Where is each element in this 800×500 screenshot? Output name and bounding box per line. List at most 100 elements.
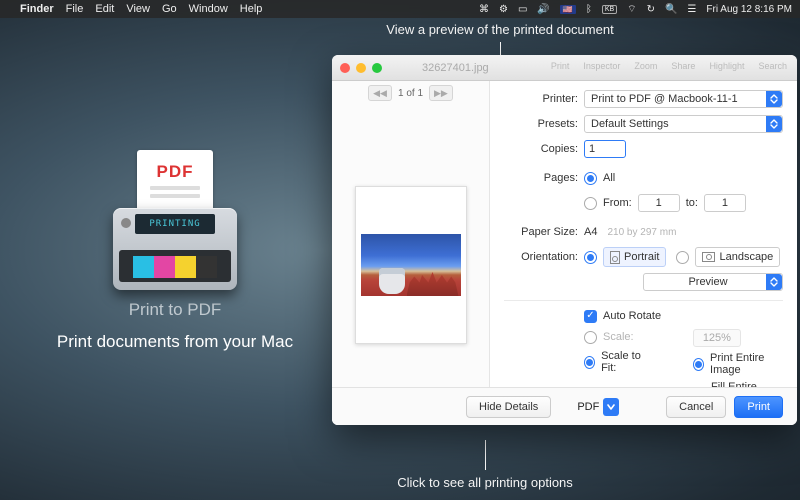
promo-subtitle: Print documents from your Mac: [50, 332, 300, 352]
landscape-button[interactable]: Landscape: [695, 247, 780, 267]
wifi-icon[interactable]: ⌔: [627, 3, 636, 16]
traffic-lights: [340, 63, 382, 73]
pdf-menu-label: PDF: [577, 401, 599, 413]
label-presets: Presets:: [504, 118, 578, 130]
presets-value: Default Settings: [591, 118, 669, 130]
menubar: Finder File Edit View Go Window Help ⌘ ⚙…: [0, 0, 800, 18]
copies-input[interactable]: 1: [584, 140, 626, 158]
toolbar-item[interactable]: Zoom: [634, 61, 657, 71]
cancel-button[interactable]: Cancel: [666, 396, 726, 418]
pages-all-radio[interactable]: [584, 172, 597, 185]
print-button[interactable]: Print: [734, 396, 783, 418]
scale-radio[interactable]: [584, 331, 597, 344]
promo: PDF PRINTING Print to PDF Print document…: [50, 150, 300, 352]
spotlight-icon[interactable]: 🔍: [665, 4, 677, 15]
callout-text: View a preview of the printed document: [386, 22, 613, 37]
toolbar-item[interactable]: Highlight: [709, 61, 744, 71]
volume-icon[interactable]: 🔊: [537, 4, 549, 15]
menubar-app[interactable]: Finder: [20, 3, 54, 15]
notification-icon[interactable]: ☰: [687, 4, 696, 15]
scale-label: Scale:: [603, 331, 634, 343]
pages-to-input[interactable]: 1: [704, 194, 746, 212]
toolbar-item[interactable]: Search: [758, 61, 787, 71]
scale-to-fit-label: Scale to Fit:: [601, 350, 649, 374]
orientation-landscape-radio[interactable]: [676, 251, 689, 264]
print-entire-image-radio[interactable]: [693, 358, 704, 371]
scale-to-fit-radio[interactable]: [584, 356, 595, 369]
toolbar-item[interactable]: Print: [551, 61, 570, 71]
pages-from-label: From:: [603, 197, 632, 209]
thumbnail-image: [361, 234, 461, 296]
titlebar: 32627401.jpg Print Inspector Zoom Share …: [332, 55, 797, 81]
paper-size-value[interactable]: A4: [584, 226, 597, 238]
bluetooth-icon[interactable]: ᛒ: [586, 4, 592, 15]
printer-select[interactable]: Print to PDF @ Macbook-11-1: [584, 90, 783, 108]
pages-to-label: to:: [686, 197, 698, 209]
next-page-button[interactable]: ▶▶: [429, 85, 453, 101]
menu-extra-icon[interactable]: ⌘: [479, 4, 489, 15]
portrait-button[interactable]: Portrait: [603, 247, 666, 267]
printer-icon: PDF PRINTING: [105, 150, 245, 290]
paper-size-dim: 210 by 297 mm: [607, 227, 676, 238]
toolbar-item[interactable]: Inspector: [583, 61, 620, 71]
keyboard-icon[interactable]: KB: [602, 5, 617, 14]
hide-details-button[interactable]: Hide Details: [466, 396, 551, 418]
auto-rotate-check[interactable]: [584, 310, 597, 323]
dialog-footer: Hide Details PDF Cancel Print: [332, 387, 797, 425]
page-nav: ◀◀ 1 of 1 ▶▶: [332, 81, 489, 105]
label-copies: Copies:: [504, 143, 578, 155]
pages-from-input[interactable]: 1: [638, 194, 680, 212]
pages-all-label: All: [603, 172, 615, 184]
close-icon[interactable]: [340, 63, 350, 73]
menubar-go[interactable]: Go: [162, 3, 177, 15]
print-dialog: ◀◀ 1 of 1 ▶▶ ? Printer: Print to PDF @ M…: [332, 81, 797, 425]
label-paper-size: Paper Size:: [504, 226, 578, 238]
thumb-wrap: [332, 105, 489, 425]
submenu-select[interactable]: Preview: [643, 273, 783, 291]
pdf-label: PDF: [157, 162, 194, 182]
menubar-clock[interactable]: Fri Aug 12 8:16 PM: [706, 4, 792, 15]
menubar-edit[interactable]: Edit: [95, 3, 114, 15]
chevron-updown-icon: [766, 91, 782, 107]
options-pane: Printer: Print to PDF @ Macbook-11-1 Pre…: [490, 81, 797, 425]
label-pages: Pages:: [504, 172, 578, 184]
page-indicator: 1 of 1: [398, 88, 423, 99]
preview-pane: ◀◀ 1 of 1 ▶▶ ?: [332, 81, 490, 425]
flag-icon[interactable]: 🇺🇸: [560, 5, 576, 14]
callout-line: [485, 440, 486, 470]
battery-icon[interactable]: ▭: [518, 4, 527, 15]
scale-input: 125%: [693, 329, 741, 347]
output-tray-icon: [119, 250, 231, 282]
submenu-value: Preview: [688, 276, 727, 288]
chevron-updown-icon: [766, 116, 782, 132]
orientation-portrait-radio[interactable]: [584, 251, 597, 264]
label-printer: Printer:: [504, 93, 578, 105]
menubar-help[interactable]: Help: [240, 3, 263, 15]
menubar-file[interactable]: File: [66, 3, 84, 15]
sync-icon[interactable]: ↻: [647, 4, 655, 15]
portrait-icon: [610, 251, 620, 264]
callout-text: Click to see all printing options: [397, 475, 573, 490]
window-title: 32627401.jpg: [422, 62, 489, 74]
print-entire-image-label: Print Entire Image: [710, 352, 783, 376]
paper-in-icon: PDF: [137, 150, 213, 210]
printer-value: Print to PDF @ Macbook-11-1: [591, 93, 738, 105]
prev-page-button[interactable]: ◀◀: [368, 85, 392, 101]
toolbar-item[interactable]: Share: [671, 61, 695, 71]
page-thumbnail[interactable]: [355, 186, 467, 344]
label-orientation: Orientation:: [504, 251, 578, 263]
presets-select[interactable]: Default Settings: [584, 115, 783, 133]
callout-details: Click to see all printing options: [360, 440, 610, 490]
menu-extra-icon[interactable]: ⚙: [499, 4, 508, 15]
chevron-updown-icon: [766, 274, 782, 290]
menubar-view[interactable]: View: [126, 3, 150, 15]
printer-body-icon: PRINTING: [113, 208, 237, 290]
pdf-menu-button[interactable]: [603, 398, 619, 416]
promo-title: Print to PDF: [50, 300, 300, 320]
auto-rotate-label: Auto Rotate: [603, 310, 661, 322]
pages-range-radio[interactable]: [584, 197, 597, 210]
printer-screen: PRINTING: [135, 214, 215, 234]
zoom-icon[interactable]: [372, 63, 382, 73]
menubar-window[interactable]: Window: [189, 3, 228, 15]
minimize-icon[interactable]: [356, 63, 366, 73]
